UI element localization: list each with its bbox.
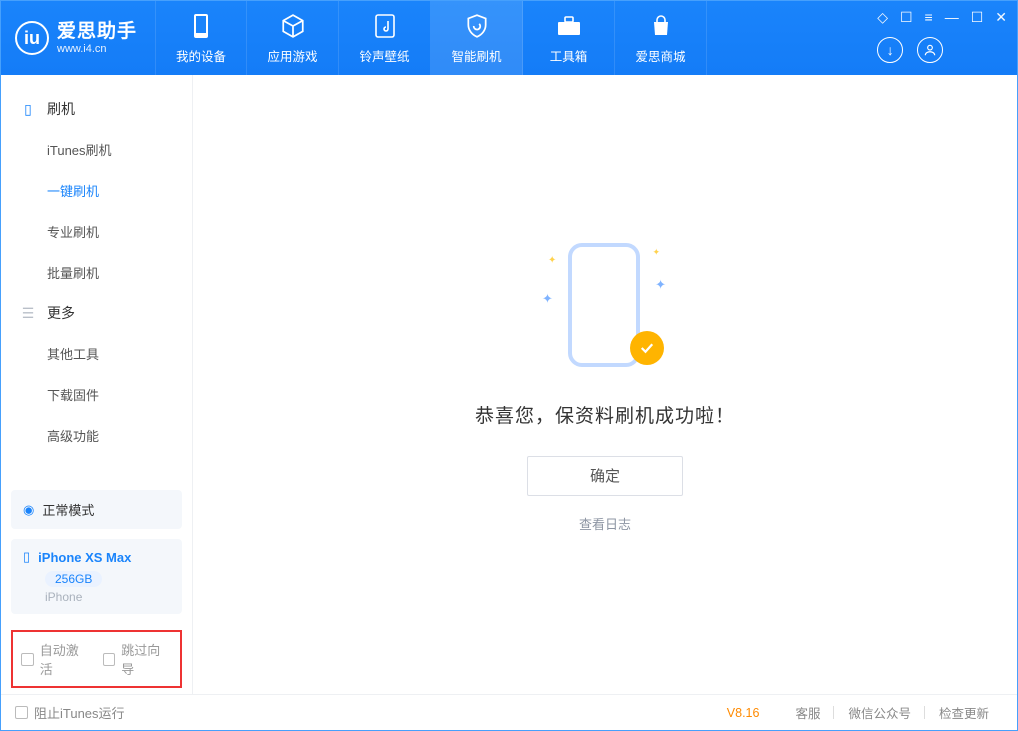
minimize-icon[interactable]: —: [945, 9, 959, 25]
download-icon[interactable]: ↓: [877, 37, 903, 63]
wechat-link[interactable]: 微信公众号: [834, 703, 925, 722]
device-icon: ▯: [19, 101, 37, 118]
nav-label: 应用游戏: [268, 46, 318, 65]
logo-icon: iu: [15, 21, 49, 55]
sidebar-item-one-click-flash[interactable]: 一键刷机: [1, 170, 192, 211]
sparkle-icon: ✦: [548, 255, 556, 266]
mode-label: 正常模式: [42, 500, 94, 519]
device-mode-card[interactable]: ◉ 正常模式: [11, 490, 182, 529]
mode-icon: ◉: [23, 502, 34, 518]
device-name: iPhone XS Max: [38, 550, 131, 565]
menu-icon[interactable]: ≡: [925, 9, 933, 25]
cube-icon: [280, 12, 306, 40]
app-name-en: www.i4.cn: [57, 43, 137, 56]
sparkle-icon: ✦: [655, 277, 666, 293]
nav-my-device[interactable]: 我的设备: [155, 1, 247, 75]
check-update-link[interactable]: 检查更新: [925, 703, 1003, 722]
feedback-icon[interactable]: ☐: [900, 9, 913, 26]
nav-ringtone-wallpaper[interactable]: 铃声壁纸: [339, 1, 431, 75]
block-itunes-checkbox[interactable]: 阻止iTunes运行: [15, 703, 125, 722]
nav-label: 工具箱: [550, 46, 588, 65]
sparkle-icon: ✦: [542, 291, 553, 307]
sparkle-icon: ✦: [652, 247, 660, 258]
device-info-card[interactable]: ▯ iPhone XS Max 256GB iPhone: [11, 539, 182, 614]
flash-options-highlight: 自动激活 跳过向导: [11, 630, 182, 688]
sidebar-item-pro-flash[interactable]: 专业刷机: [1, 211, 192, 252]
sidebar-section-flash: ▯ 刷机: [1, 89, 192, 129]
nav-label: 铃声壁纸: [360, 46, 410, 65]
toolbox-icon: [556, 12, 582, 40]
window-controls: ◇ ☐ ≡ — ☐ ✕: [877, 1, 1017, 26]
nav-apps-games[interactable]: 应用游戏: [247, 1, 339, 75]
auto-activate-checkbox[interactable]: 自动激活: [21, 640, 91, 678]
main-nav: 我的设备 应用游戏 铃声壁纸 智能刷机 工具箱 爱思商城: [155, 1, 707, 75]
title-bar: iu 爱思助手 www.i4.cn 我的设备 应用游戏 铃声壁纸 智能刷机 工具…: [1, 1, 1017, 75]
bag-icon: [649, 12, 673, 40]
sidebar-item-itunes-flash[interactable]: iTunes刷机: [1, 129, 192, 170]
close-icon[interactable]: ✕: [995, 9, 1007, 26]
main-content: ✦ ✦ ✦ ✦ 恭喜您，保资料刷机成功啦！ 确定 查看日志: [193, 75, 1017, 694]
shield-refresh-icon: [464, 12, 490, 40]
sidebar: ▯ 刷机 iTunes刷机 一键刷机 专业刷机 批量刷机 ☰ 更多 其他工具 下…: [1, 75, 193, 694]
nav-store[interactable]: 爱思商城: [615, 1, 707, 75]
account-controls: ↓: [877, 37, 1017, 75]
nav-label: 智能刷机: [452, 46, 502, 65]
list-icon: ☰: [19, 305, 37, 322]
version-label: V8.16: [727, 706, 760, 720]
nav-toolbox[interactable]: 工具箱: [523, 1, 615, 75]
device-type: iPhone: [45, 590, 82, 604]
app-logo: iu 爱思助手 www.i4.cn: [1, 1, 155, 75]
ok-button[interactable]: 确定: [527, 456, 683, 496]
user-icon[interactable]: [917, 37, 943, 63]
success-illustration: ✦ ✦ ✦ ✦: [540, 237, 670, 387]
maximize-icon[interactable]: ☐: [971, 9, 984, 26]
skin-icon[interactable]: ◇: [877, 9, 888, 26]
success-message: 恭喜您，保资料刷机成功啦！: [475, 401, 735, 428]
music-file-icon: [374, 12, 396, 40]
section-label: 刷机: [47, 99, 75, 119]
sidebar-item-other-tools[interactable]: 其他工具: [1, 333, 192, 374]
sidebar-item-download-fw[interactable]: 下载固件: [1, 374, 192, 415]
sidebar-section-more: ☰ 更多: [1, 293, 192, 333]
status-bar: 阻止iTunes运行 V8.16 客服 微信公众号 检查更新: [1, 694, 1017, 730]
nav-label: 我的设备: [176, 46, 226, 65]
checkmark-badge-icon: [630, 331, 664, 365]
nav-label: 爱思商城: [636, 46, 686, 65]
support-link[interactable]: 客服: [781, 703, 834, 722]
sidebar-item-advanced[interactable]: 高级功能: [1, 415, 192, 456]
phone-small-icon: ▯: [23, 549, 30, 565]
view-log-link[interactable]: 查看日志: [579, 514, 631, 533]
device-capacity: 256GB: [45, 571, 102, 587]
skip-wizard-checkbox[interactable]: 跳过向导: [103, 640, 173, 678]
app-name-cn: 爱思助手: [57, 21, 137, 43]
phone-icon: [191, 12, 211, 40]
section-label: 更多: [47, 303, 75, 323]
nav-smart-flash[interactable]: 智能刷机: [431, 1, 523, 75]
sidebar-item-batch-flash[interactable]: 批量刷机: [1, 252, 192, 293]
